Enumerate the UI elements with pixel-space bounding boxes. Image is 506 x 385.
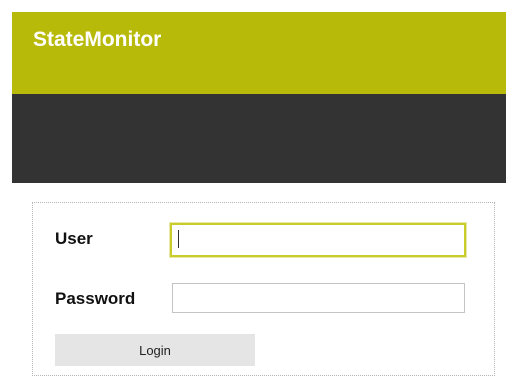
text-cursor bbox=[178, 230, 179, 248]
password-input[interactable] bbox=[172, 283, 465, 313]
user-input[interactable] bbox=[170, 223, 466, 257]
login-page: StateMonitor User Password Login bbox=[0, 0, 506, 385]
navigation-band bbox=[12, 94, 506, 183]
app-title: StateMonitor bbox=[33, 28, 162, 51]
user-label: User bbox=[55, 229, 93, 248]
login-panel: User Password Login bbox=[32, 202, 495, 376]
password-label: Password bbox=[55, 289, 136, 308]
app-header: StateMonitor bbox=[12, 12, 506, 94]
login-button[interactable]: Login bbox=[55, 334, 255, 366]
